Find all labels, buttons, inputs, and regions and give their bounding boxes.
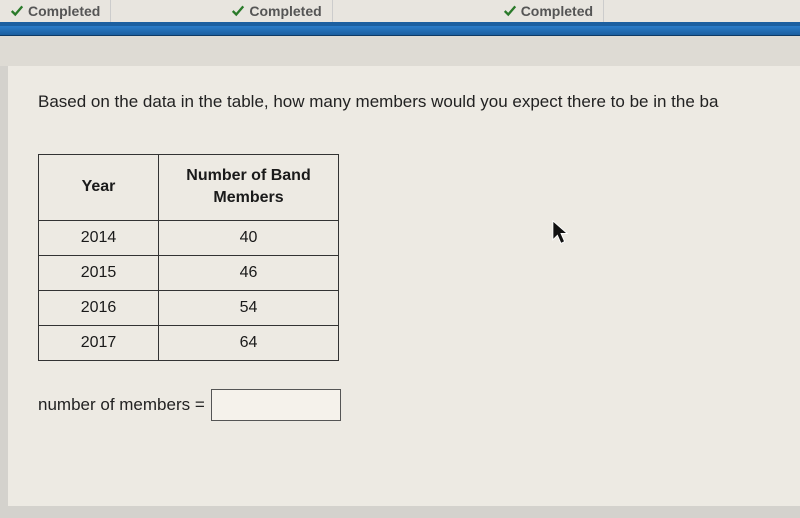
cell-members: 64 xyxy=(159,325,339,360)
table-header-members: Number of Band Members xyxy=(159,155,339,221)
question-text: Based on the data in the table, how many… xyxy=(38,92,790,112)
table-header-year: Year xyxy=(39,155,159,221)
cell-members: 54 xyxy=(159,290,339,325)
cell-members: 46 xyxy=(159,255,339,290)
tab-completed-3[interactable]: Completed xyxy=(493,0,604,22)
table-row: 2015 46 xyxy=(39,255,339,290)
cell-year: 2015 xyxy=(39,255,159,290)
question-panel: Based on the data in the table, how many… xyxy=(8,66,800,506)
check-icon xyxy=(10,4,24,18)
check-icon xyxy=(231,4,245,18)
table-row: 2016 54 xyxy=(39,290,339,325)
tab-label: Completed xyxy=(521,3,593,19)
table-row: 2017 64 xyxy=(39,325,339,360)
answer-label: number of members = xyxy=(38,395,205,415)
progress-tabs: Completed Completed Completed xyxy=(0,0,800,26)
table-row: 2014 40 xyxy=(39,220,339,255)
cell-year: 2017 xyxy=(39,325,159,360)
data-table: Year Number of Band Members 2014 40 2015… xyxy=(38,154,339,361)
header-divider xyxy=(0,26,800,36)
tab-completed-1[interactable]: Completed xyxy=(0,0,111,22)
tab-label: Completed xyxy=(249,3,321,19)
cell-year: 2016 xyxy=(39,290,159,325)
tab-label: Completed xyxy=(28,3,100,19)
check-icon xyxy=(503,4,517,18)
answer-input[interactable] xyxy=(211,389,341,421)
cell-year: 2014 xyxy=(39,220,159,255)
tab-completed-2[interactable]: Completed xyxy=(221,0,332,22)
cell-members: 40 xyxy=(159,220,339,255)
content-gap xyxy=(0,36,800,66)
answer-row: number of members = xyxy=(38,389,790,421)
